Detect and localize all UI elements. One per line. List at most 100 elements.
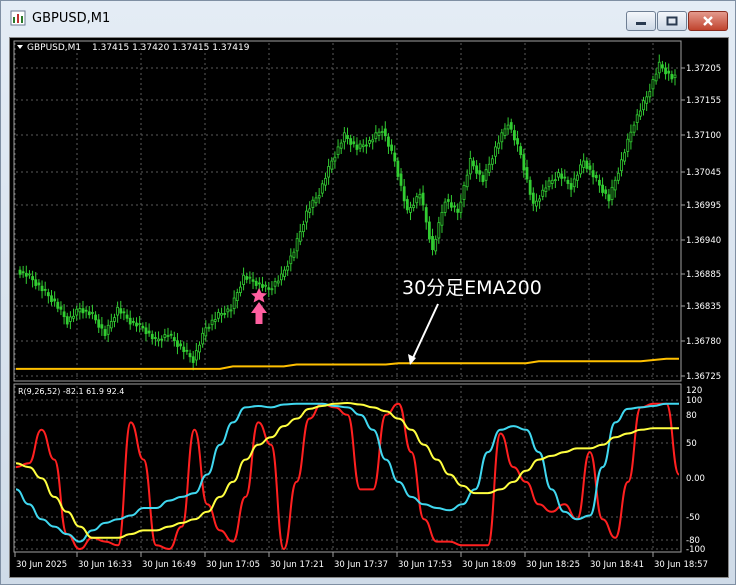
price-tick-label: 1.36835 — [686, 302, 721, 312]
candle-body — [575, 174, 579, 181]
candle-body — [393, 152, 397, 162]
candle-body — [462, 185, 466, 200]
price-tick-label: 1.37205 — [686, 64, 721, 74]
candle-body — [569, 183, 573, 190]
candle-body — [298, 231, 302, 242]
candle-body — [387, 136, 390, 147]
candle-body — [610, 186, 614, 200]
candle-body — [673, 74, 677, 79]
candle-body — [94, 314, 97, 321]
candle-body — [289, 255, 293, 265]
close-button[interactable] — [688, 11, 728, 31]
candle-body — [654, 73, 658, 82]
price-tick-label: 1.37045 — [686, 168, 721, 178]
time-tick-label: 30 Jun 17:21 — [270, 560, 324, 570]
candle-body — [475, 165, 479, 174]
candle-body — [116, 306, 120, 316]
candle-body — [579, 164, 582, 175]
candle-body — [531, 192, 535, 204]
candle-body — [453, 205, 456, 208]
price-tick-label: 1.37155 — [686, 96, 721, 106]
candle-body — [396, 160, 400, 177]
time-tick-label: 30 Jun 17:37 — [334, 560, 388, 570]
indicator-tick-label: -100 — [686, 545, 705, 555]
candle-body — [261, 284, 264, 288]
candle-body — [179, 343, 183, 347]
chart-canvas[interactable]: 1.37205 1.37155 1.37100 1.37045 1.36995 1.369… — [10, 38, 728, 577]
indicator-tick-label: 50 — [686, 439, 697, 449]
price-tick-label: 1.36940 — [686, 236, 721, 246]
candle-body — [43, 288, 47, 291]
candle-body — [65, 316, 69, 325]
candle-body — [591, 170, 595, 178]
candle-body — [305, 210, 308, 223]
maximize-button[interactable] — [657, 11, 687, 31]
candle-body — [557, 172, 560, 178]
candle-body — [213, 319, 217, 322]
candle-body — [481, 175, 485, 182]
time-tick-label: 30 Jun 17:05 — [206, 560, 260, 570]
chart-area[interactable]: 1.37205 1.37155 1.37100 1.37045 1.36995 1.369… — [9, 37, 729, 578]
candle-body — [273, 281, 277, 287]
candle-body — [59, 306, 63, 310]
candle-body — [424, 207, 428, 223]
candle-body — [245, 276, 249, 280]
candle-body — [541, 189, 545, 197]
candle-body — [34, 279, 38, 286]
candle-body — [346, 134, 349, 139]
minimize-icon — [636, 22, 646, 25]
candle-body — [607, 194, 611, 202]
candle-body — [56, 301, 60, 309]
candle-body — [150, 333, 154, 340]
candle-body — [572, 178, 576, 188]
candle-body — [87, 311, 91, 316]
candle-body — [431, 236, 434, 250]
candle-body — [352, 141, 356, 145]
candle-body — [336, 146, 340, 156]
indicator-red-line — [15, 402, 680, 551]
candle-body — [638, 110, 642, 117]
candle-body — [632, 124, 636, 133]
price-tick-label: 1.36780 — [686, 337, 721, 347]
collapse-arrow-icon[interactable] — [17, 45, 23, 49]
candle-body — [198, 344, 201, 353]
time-tick-label: 30 Jun 18:41 — [590, 560, 644, 570]
candle-body — [374, 132, 378, 139]
candle-body — [28, 273, 31, 276]
candle-body — [421, 192, 425, 206]
candle-body — [91, 312, 94, 314]
signal-arrow-up-icon — [251, 302, 267, 324]
candle-body — [279, 273, 283, 281]
chart-ohlc: 1.37415 1.37420 1.37415 1.37419 — [92, 43, 250, 53]
candle-body — [390, 144, 393, 151]
candle-body — [232, 297, 236, 310]
candle-body — [264, 284, 268, 287]
candle-body — [210, 319, 214, 326]
candle-body — [535, 200, 538, 207]
candle-body — [494, 146, 497, 157]
candle-body — [446, 199, 450, 202]
candle-body — [295, 238, 299, 252]
candle-body — [157, 338, 160, 342]
candle-body — [144, 327, 148, 335]
candle-body — [516, 138, 519, 145]
candle-body — [371, 139, 375, 143]
time-tick-label: 30 Jun 18:09 — [462, 560, 516, 570]
ema200-line — [16, 357, 679, 370]
candle-body — [503, 128, 507, 136]
candle-body — [75, 308, 79, 316]
price-tick-label: 1.36885 — [686, 270, 721, 280]
candle-body — [490, 158, 494, 165]
candle-body — [46, 292, 50, 297]
indicator-panel-frame — [13, 383, 682, 553]
candle-body — [216, 312, 220, 319]
time-tick-label: 30 Jun 18:25 — [526, 560, 580, 570]
title-bar[interactable]: GBPUSD,M1 — [1, 1, 735, 37]
candle-body — [324, 177, 327, 186]
indicator-tick-label: 80 — [686, 411, 697, 421]
candle-body — [437, 222, 441, 239]
candle-body — [97, 319, 101, 328]
candle-body — [103, 329, 107, 336]
minimize-button[interactable] — [626, 11, 656, 31]
close-icon — [703, 16, 713, 26]
